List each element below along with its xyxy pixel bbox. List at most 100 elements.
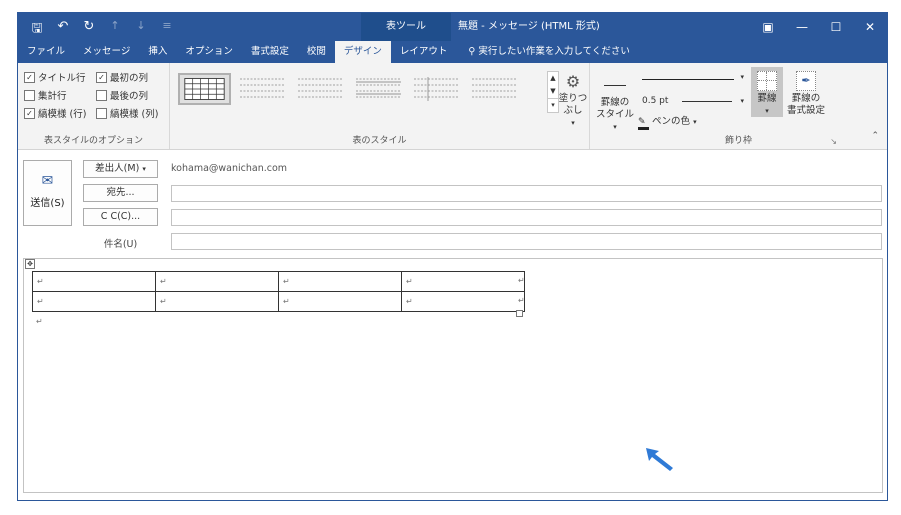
table-cell[interactable]: ↵	[401, 291, 525, 312]
borders-label: 飾り枠	[724, 136, 752, 146]
cc-field[interactable]	[171, 209, 882, 226]
chevron-down-icon: ▾	[765, 107, 769, 115]
save-icon[interactable]: 🖫	[30, 19, 44, 41]
tab-review[interactable]: 校閲	[298, 41, 335, 63]
table-cell[interactable]: ↵	[155, 271, 279, 292]
table-cell[interactable]: ↵	[32, 291, 156, 312]
paragraph-mark-icon: ↵	[36, 317, 43, 326]
close-icon[interactable]: ✕	[853, 13, 887, 41]
to-button[interactable]: 宛先...	[83, 184, 158, 202]
arrow-down-icon[interactable]: ↓	[134, 19, 148, 41]
table-row: ↵ ↵ ↵ ↵	[32, 291, 525, 312]
subject-field[interactable]	[171, 233, 882, 250]
from-address: kohama@wanichan.com	[171, 163, 288, 174]
header-row-checkbox[interactable]: ✓ タイトル行	[24, 70, 86, 84]
chevron-down-icon: ▾	[613, 123, 617, 131]
line-weight-dropdown[interactable]: 0.5 pt ▾	[638, 93, 746, 109]
checkbox-checked-icon: ✓	[24, 71, 35, 83]
total-row-checkbox[interactable]: 集計行	[24, 88, 67, 102]
maximize-icon[interactable]: ☐	[819, 13, 853, 41]
border-painter-button[interactable]: ✒ 罫線の 書式設定	[786, 67, 826, 117]
tab-design[interactable]: デザイン	[334, 41, 391, 63]
chevron-down-icon: ▾	[571, 119, 575, 127]
banded-rows-checkbox[interactable]: ✓ 縞模様 (行)	[24, 106, 86, 120]
outlook-message-window: 🖫 ↶ ↻ ↑ ↓ ≡ 表ツール 無題 - メッセージ (HTML 形式) ▣ …	[17, 12, 888, 501]
table-style-plain-2-thumbnail[interactable]	[294, 73, 347, 105]
minimize-icon[interactable]: —	[785, 13, 819, 41]
redo-icon[interactable]: ↻	[82, 19, 96, 41]
tab-options[interactable]: オプション	[176, 41, 242, 63]
chevron-down-icon: ▾	[740, 97, 744, 105]
table-move-handle-icon[interactable]: ✥	[25, 259, 35, 269]
send-envelope-icon: ✉	[41, 173, 54, 189]
tab-file[interactable]: ファイル	[18, 41, 74, 63]
from-button[interactable]: 差出人(M) ▾	[83, 160, 158, 178]
tell-me-text: 実行したい作業を入力してください	[478, 46, 630, 57]
table-styles-label: 表のスタイル	[352, 136, 407, 146]
checkbox-empty-icon	[96, 107, 107, 119]
cc-button[interactable]: C C(C)...	[83, 208, 158, 226]
quick-access-toolbar: 🖫 ↶ ↻ ↑ ↓ ≡	[30, 19, 174, 41]
table-styles-group: ▲ ▼ ▾ ⚙ 塗りつぶし ▾ 表のスタイル	[170, 63, 590, 149]
checkbox-empty-icon	[96, 89, 107, 101]
lightbulb-icon: ⚲	[468, 46, 479, 57]
table-style-plain-1-thumbnail[interactable]	[236, 73, 289, 105]
table-resize-handle-icon[interactable]	[516, 310, 523, 317]
checkbox-checked-icon: ✓	[96, 71, 107, 83]
row-end-mark-icon: ↵	[518, 276, 525, 285]
table-style-plain-5-thumbnail[interactable]	[468, 73, 521, 105]
send-button[interactable]: ✉ 送信(S)	[23, 160, 72, 226]
tab-message[interactable]: メッセージ	[74, 41, 139, 63]
border-painter-icon: ✒	[796, 71, 816, 91]
arrow-up-icon[interactable]: ↑	[108, 19, 122, 41]
dialog-launcher-icon[interactable]: ↘	[830, 137, 837, 146]
border-styles-button[interactable]: 罫線の スタイル ▾	[594, 77, 636, 133]
pen-color-button[interactable]: ✎ ペンの色 ▾	[638, 113, 697, 130]
mouse-pointer-icon	[646, 448, 673, 471]
checkbox-checked-icon: ✓	[24, 107, 35, 119]
table-cell[interactable]: ↵	[32, 271, 156, 292]
to-field[interactable]	[171, 185, 882, 202]
shading-button[interactable]: ⚙ 塗りつぶし ▾	[556, 71, 590, 129]
window-title: 無題 - メッセージ (HTML 形式)	[458, 21, 600, 32]
subject-label: 件名(U)	[103, 239, 138, 250]
borders-grid-icon	[757, 71, 777, 91]
ribbon: ✓ タイトル行 ✓ 最初の列 集計行 最後の列 ✓ 縞模様 (行) 縞模様 (列) 表…	[18, 63, 887, 150]
borders-button[interactable]: 罫線 ▾	[751, 67, 783, 117]
table-style-grid-thumbnail[interactable]	[178, 73, 231, 105]
ribbon-tab-bar: ファイル メッセージ 挿入 オプション 書式設定 校閲 デザイン レイアウト ⚲…	[18, 41, 887, 63]
chevron-down-icon: ▾	[693, 118, 697, 126]
table-style-options-label: 表スタイルのオプション	[43, 136, 143, 146]
tab-layout[interactable]: レイアウト	[391, 41, 457, 63]
table-cell[interactable]: ↵	[401, 271, 525, 292]
table-style-options-group: ✓ タイトル行 ✓ 最初の列 集計行 最後の列 ✓ 縞模様 (行) 縞模様 (列) 表…	[18, 63, 170, 149]
table-row: ↵ ↵ ↵ ↵	[32, 271, 525, 292]
paint-bucket-icon: ⚙	[565, 72, 581, 91]
banded-columns-checkbox[interactable]: 縞模様 (列)	[96, 106, 158, 120]
line-style-dropdown[interactable]: ▾	[638, 71, 746, 87]
ribbon-display-options-icon[interactable]: ▣	[751, 13, 785, 41]
undo-icon[interactable]: ↶	[56, 19, 70, 41]
border-style-line-icon	[594, 77, 636, 97]
chevron-down-icon: ▾	[740, 73, 744, 81]
collapse-ribbon-icon[interactable]: ⌃	[871, 131, 879, 141]
message-body[interactable]: ✥ ↵ ↵ ↵ ↵ ↵ ↵ ↵ ↵ ↵ ↵ ↵	[23, 258, 883, 493]
tell-me-box[interactable]: ⚲ 実行したい作業を入力してください	[456, 41, 629, 63]
customize-qat-icon[interactable]: ≡	[160, 19, 174, 41]
table-style-plain-4-thumbnail[interactable]	[410, 73, 463, 105]
title-bar: 🖫 ↶ ↻ ↑ ↓ ≡ 表ツール 無題 - メッセージ (HTML 形式) ▣ …	[18, 13, 887, 41]
row-end-mark-icon: ↵	[518, 296, 525, 305]
tab-format-text[interactable]: 書式設定	[242, 41, 298, 63]
table-style-plain-3-thumbnail[interactable]	[352, 73, 405, 105]
last-column-checkbox[interactable]: 最後の列	[96, 88, 148, 102]
table-cell[interactable]: ↵	[155, 291, 279, 312]
table-cell[interactable]: ↵	[278, 291, 402, 312]
checkbox-empty-icon	[24, 89, 35, 101]
first-column-checkbox[interactable]: ✓ 最初の列	[96, 70, 148, 84]
table-cell[interactable]: ↵	[278, 271, 402, 292]
borders-group: 罫線の スタイル ▾ ▾ 0.5 pt ▾ ✎ ペンの色 ▾ 罫線 ▾ ✒ 罫線…	[590, 63, 887, 149]
pen-icon: ✎	[638, 117, 649, 130]
tab-insert[interactable]: 挿入	[139, 41, 176, 63]
chevron-down-icon: ▾	[142, 165, 146, 173]
body-table[interactable]: ↵ ↵ ↵ ↵ ↵ ↵ ↵ ↵	[32, 271, 525, 312]
